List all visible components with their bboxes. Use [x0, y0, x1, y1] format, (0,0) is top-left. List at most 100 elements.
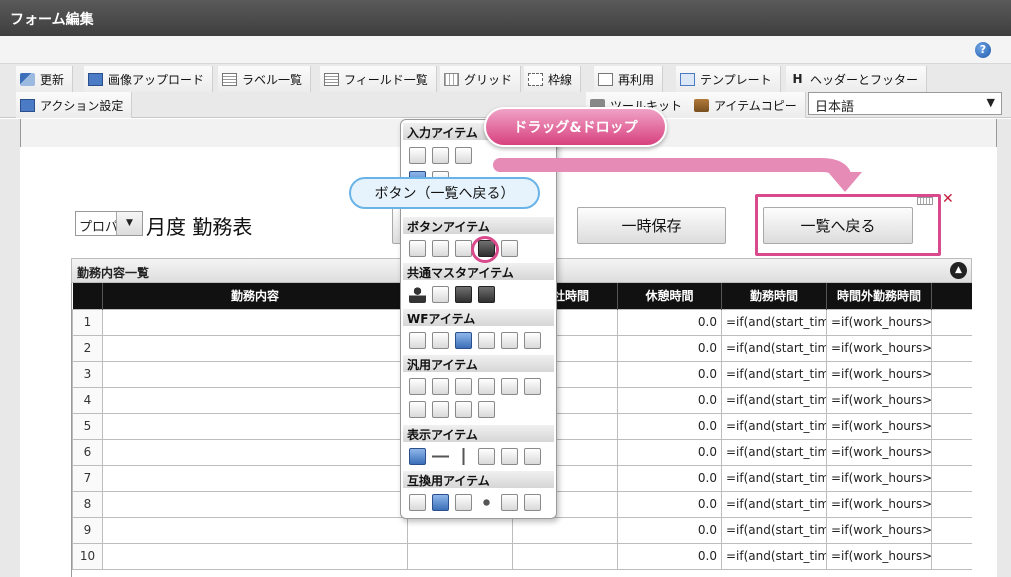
shapes-item-icon[interactable] [478, 378, 495, 395]
border-label: 枠線 [548, 72, 573, 87]
row-number: 4 [72, 386, 103, 414]
work-content-cell[interactable] [102, 490, 408, 518]
overtime-cell: =if(work_hours>8, [826, 542, 932, 570]
list-icon [222, 72, 237, 86]
cell[interactable] [407, 516, 513, 544]
month-select[interactable]: プロパ ▼ [75, 211, 143, 236]
work-content-cell[interactable] [102, 542, 408, 570]
organization-item-icon[interactable] [478, 286, 495, 303]
selected-item-highlight [471, 236, 499, 263]
register-button-item-icon[interactable] [409, 240, 426, 257]
row-number: 10 [72, 542, 103, 570]
radio-item-icon[interactable] [478, 494, 495, 511]
calendar-item-icon[interactable] [478, 401, 495, 418]
document-item-icon[interactable] [432, 378, 449, 395]
chevron-down-icon[interactable]: ▼ [116, 212, 142, 235]
stamp-item-icon[interactable] [524, 332, 541, 349]
action-icon [20, 98, 35, 112]
cell[interactable] [407, 542, 513, 570]
header-display-item-icon[interactable] [409, 448, 426, 465]
clipboard-item-icon[interactable] [409, 332, 426, 349]
attachment-item-icon[interactable] [432, 332, 449, 349]
row-number: 5 [72, 412, 103, 440]
table-item-icon[interactable] [432, 494, 449, 511]
upload-item-icon[interactable] [501, 378, 518, 395]
department-item-icon[interactable] [455, 286, 472, 303]
box-item-icon[interactable] [478, 448, 495, 465]
palette-section-wf: WFアイテム [403, 309, 554, 326]
work-content-cell[interactable] [102, 308, 408, 336]
work-content-cell[interactable] [102, 516, 408, 544]
table-row: 10 0.0=if(and(start_time>=if(work_hours>8… [72, 542, 972, 570]
save-button[interactable]: 一時保存 [577, 207, 726, 244]
update-button[interactable]: 更新 [16, 66, 74, 92]
work-time-cell: =if(and(start_time> [721, 334, 827, 362]
work-content-cell[interactable] [102, 464, 408, 492]
search-item-icon[interactable] [409, 494, 426, 511]
textbox-item-icon[interactable] [409, 147, 426, 164]
image-upload-button[interactable]: 画像アップロード [84, 66, 214, 92]
header-footer-button[interactable]: H ヘッダーとフッター [786, 66, 928, 92]
download-item-icon[interactable] [524, 378, 541, 395]
camera-item-icon[interactable] [455, 378, 472, 395]
window-item-icon[interactable] [455, 332, 472, 349]
action-settings-button[interactable]: アクション設定 [16, 92, 133, 118]
number-item-icon[interactable] [455, 147, 472, 164]
month-select-value: プロパ [79, 220, 119, 235]
language-value: 日本語 [815, 100, 855, 115]
work-content-cell[interactable] [102, 438, 408, 466]
users-item-icon[interactable] [501, 332, 518, 349]
collapse-icon[interactable]: ▲ [950, 262, 967, 279]
leave-time-cell[interactable] [512, 542, 618, 570]
grid-button[interactable]: グリッド [440, 66, 522, 92]
overtime-cell: =if(work_hours>8, [826, 386, 932, 414]
palette-section-general: 汎用アイテム [403, 355, 554, 372]
history-item-icon[interactable] [478, 332, 495, 349]
vertical-line-item-icon[interactable] [455, 448, 472, 465]
resize-grip-icon[interactable] [917, 197, 933, 205]
gallery-item-icon[interactable] [432, 401, 449, 418]
border-button[interactable]: 枠線 [524, 66, 582, 92]
break-time-cell: 0.0 [617, 516, 722, 544]
work-content-cell[interactable] [102, 412, 408, 440]
reuse-button[interactable]: 再利用 [594, 66, 664, 92]
label-list-label: ラベル一覧 [242, 72, 303, 87]
label-list-button[interactable]: ラベル一覧 [218, 66, 312, 92]
palette-section-button: ボタンアイテム [403, 217, 554, 234]
cell [931, 412, 972, 440]
cell [931, 438, 972, 466]
select-item-icon[interactable] [501, 494, 518, 511]
next-button-item-icon[interactable] [501, 240, 518, 257]
checkbox-item-icon[interactable] [455, 494, 472, 511]
break-time-cell: 0.0 [617, 386, 722, 414]
overtime-cell: =if(work_hours>8, [826, 464, 932, 492]
leave-time-cell[interactable] [512, 516, 618, 544]
close-icon[interactable]: ✕ [942, 191, 954, 207]
work-content-cell[interactable] [102, 334, 408, 362]
building-item-icon[interactable] [432, 286, 449, 303]
back-button-item-icon[interactable] [455, 240, 472, 257]
horizontal-line-item-icon[interactable] [432, 448, 449, 465]
cell [931, 516, 972, 544]
label-item-icon[interactable] [432, 147, 449, 164]
row-number: 1 [72, 308, 103, 336]
overtime-cell: =if(work_hours>8, [826, 308, 932, 336]
work-content-cell[interactable] [102, 360, 408, 388]
work-content-cell[interactable] [102, 386, 408, 414]
text-item-icon[interactable] [524, 448, 541, 465]
overtime-cell: =if(work_hours>8, [826, 360, 932, 388]
panel-item-icon[interactable] [409, 401, 426, 418]
dotted-line-item-icon[interactable] [409, 378, 426, 395]
template-button[interactable]: テンプレート [676, 66, 781, 92]
image-display-item-icon[interactable] [501, 448, 518, 465]
item-copy-button[interactable]: アイテムコピー [690, 92, 806, 118]
language-select[interactable]: 日本語 ▼ [808, 92, 1002, 115]
forward-button-item-icon[interactable] [432, 240, 449, 257]
help-icon[interactable]: ? [975, 42, 991, 58]
list-item-icon[interactable] [524, 494, 541, 511]
field-list-button[interactable]: フィールド一覧 [320, 66, 437, 92]
update-icon [20, 72, 35, 86]
tree-item-icon[interactable] [455, 401, 472, 418]
user-item-icon[interactable] [409, 286, 426, 303]
work-time-cell: =if(and(start_time> [721, 412, 827, 440]
